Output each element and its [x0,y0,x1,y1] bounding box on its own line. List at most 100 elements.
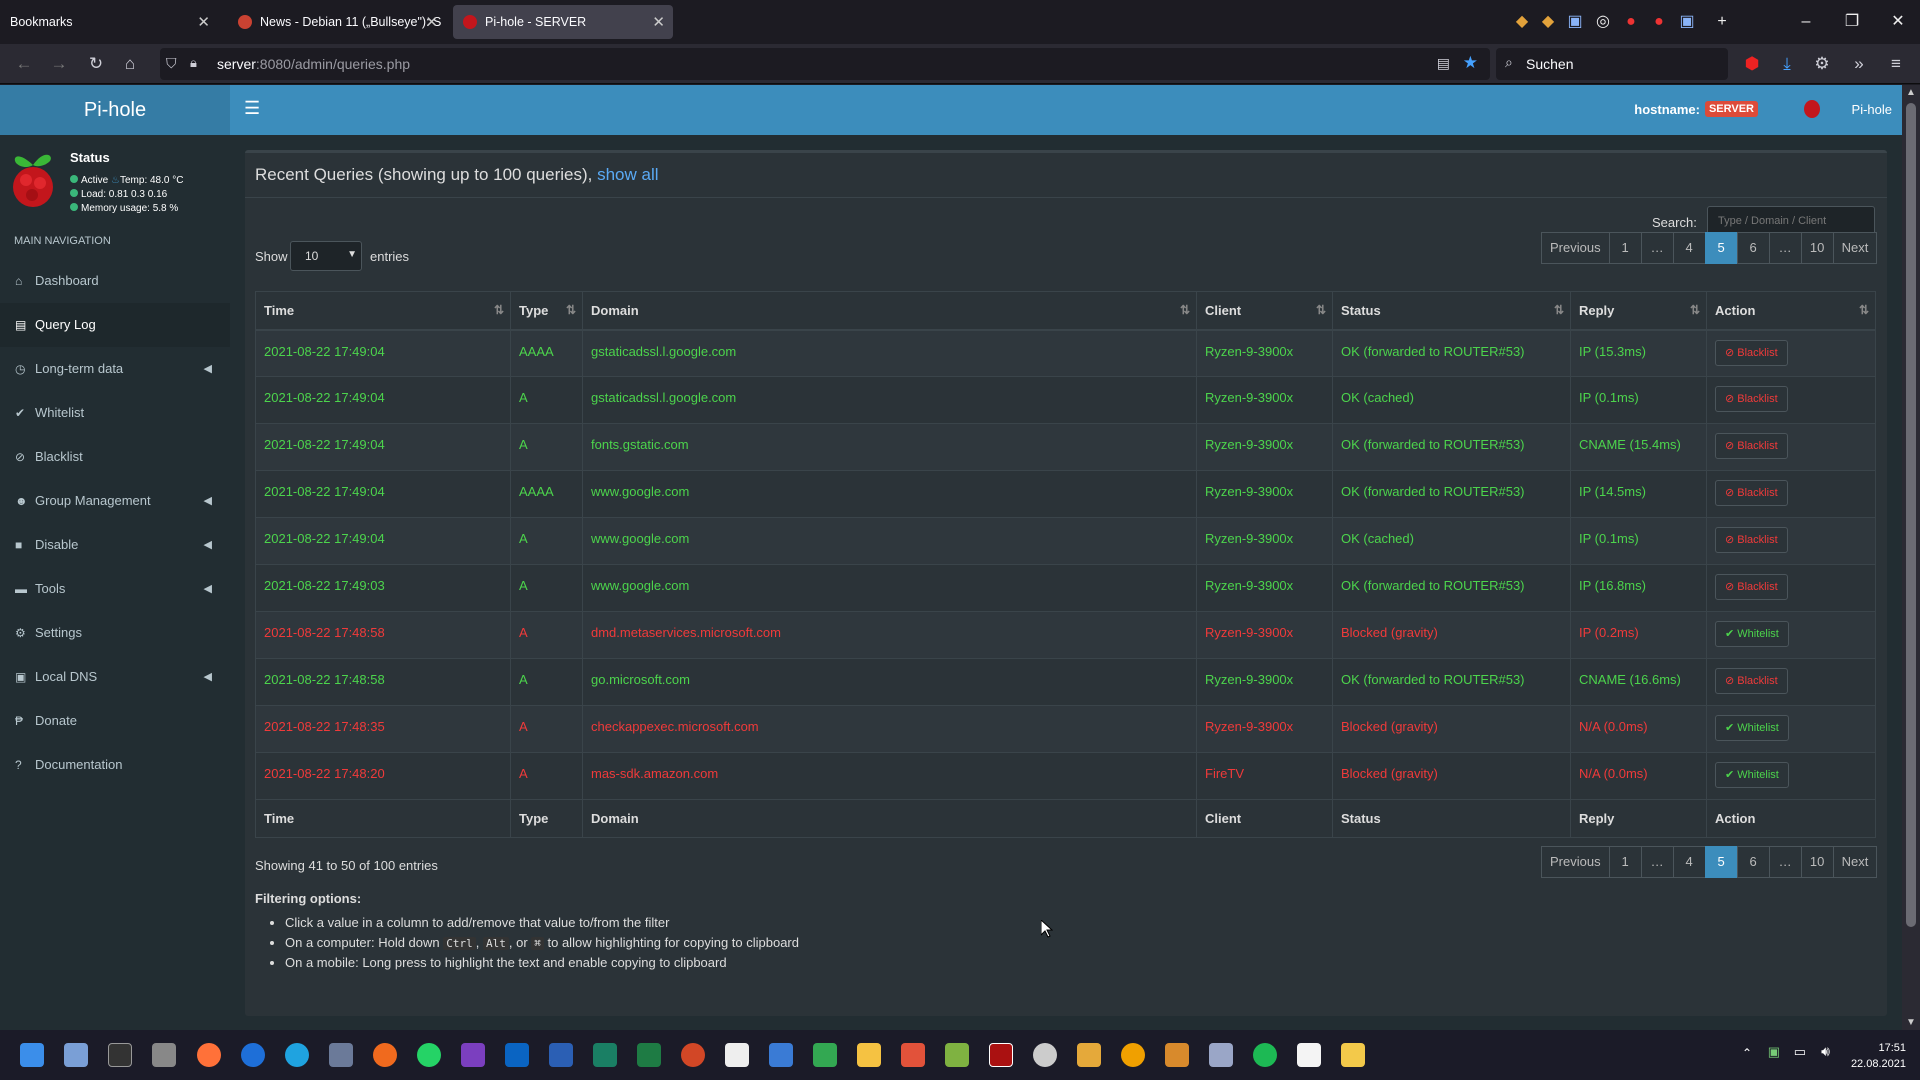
close-icon[interactable]: ✕ [652,13,665,31]
cell-type[interactable]: A [510,376,583,424]
cell-time[interactable]: 2021-08-22 17:48:35 [255,705,511,753]
scroll-up-icon[interactable]: ▲ [1906,87,1916,98]
close-window-icon[interactable]: ✕ [1886,10,1910,34]
cell-status[interactable]: Blocked (gravity) [1332,705,1571,753]
col-time[interactable]: Time ⇅ [255,291,511,331]
cell-domain[interactable]: dmd.metaservices.microsoft.com [582,611,1197,659]
file-icon[interactable] [857,1043,881,1067]
page-scrollbar[interactable]: ▲ ▼ [1902,85,1920,1030]
excel-icon[interactable] [637,1043,661,1067]
photos-icon[interactable] [64,1043,88,1067]
cell-reply[interactable]: IP (16.8ms) [1570,564,1707,612]
file-explorer-icon[interactable] [1341,1043,1365,1067]
cell-status[interactable]: Blocked (gravity) [1332,752,1571,800]
cell-time[interactable]: 2021-08-22 17:49:04 [255,423,511,471]
cell-time[interactable]: 2021-08-22 17:49:04 [255,329,511,377]
cell-status[interactable]: OK (forwarded to ROUTER#53) [1332,564,1571,612]
app-icon[interactable] [373,1043,397,1067]
extensions-icon[interactable]: ⚙ [1810,53,1834,75]
cell-type[interactable]: A [510,517,583,565]
spotify-icon[interactable] [1253,1043,1277,1067]
app-icon[interactable] [989,1043,1013,1067]
file-icon[interactable] [901,1043,925,1067]
scrollbar-thumb[interactable] [1906,103,1916,927]
minimize-icon[interactable]: – [1794,10,1818,34]
edge-icon[interactable] [285,1043,309,1067]
cell-domain[interactable]: go.microsoft.com [582,658,1197,706]
pihole-user-icon[interactable] [1804,100,1820,118]
cell-type[interactable]: A [510,658,583,706]
tool-icon[interactable] [1165,1043,1189,1067]
page-4[interactable]: 4 [1672,846,1706,878]
cell-time[interactable]: 2021-08-22 17:48:58 [255,611,511,659]
forward-icon[interactable]: → [47,53,71,75]
sidebar-item-dashboard[interactable]: ⌂ Dashboard [0,259,230,303]
calculator-icon[interactable] [329,1043,353,1067]
browser-search-box[interactable]: ⌕ Suchen [1496,48,1728,80]
cell-client[interactable]: Ryzen-9-3900x [1196,470,1333,518]
tray-clock[interactable]: 17:51 22.08.2021 [1851,1040,1906,1072]
cell-type[interactable]: A [510,564,583,612]
cell-status[interactable]: Blocked (gravity) [1332,611,1571,659]
ublock-icon[interactable]: ⬢ [1740,53,1764,75]
cell-type[interactable]: A [510,611,583,659]
page-5-active[interactable]: 5 [1704,232,1738,264]
globe-icon[interactable]: ◎ [1591,10,1615,34]
cell-reply[interactable]: N/A (0.0ms) [1570,752,1707,800]
document-icon[interactable] [725,1043,749,1067]
onenote-icon[interactable] [461,1043,485,1067]
app-icon[interactable] [1033,1043,1057,1067]
cell-client[interactable]: FireTV [1196,752,1333,800]
cell-time[interactable]: 2021-08-22 17:49:04 [255,470,511,518]
pdf-icon[interactable] [1297,1043,1321,1067]
word-icon[interactable] [549,1043,573,1067]
app-icon[interactable] [945,1043,969,1067]
cell-domain[interactable]: www.google.com [582,517,1197,565]
tab-news[interactable]: News - Debian 11 („Bullseye"): S ✕ [228,5,446,39]
page-previous[interactable]: Previous [1541,232,1610,264]
cell-type[interactable]: AAAA [510,470,583,518]
firefox-icon[interactable] [197,1043,221,1067]
page-6[interactable]: 6 [1736,846,1770,878]
cell-reply[interactable]: IP (15.3ms) [1570,329,1707,377]
outlook-icon[interactable] [505,1043,529,1067]
cell-domain[interactable]: gstaticadssl.l.google.com [582,376,1197,424]
sidebar-item-settings[interactable]: ⚙ Settings [0,611,230,655]
blacklist-button[interactable]: ⊘ Blacklist [1715,386,1788,412]
blacklist-button[interactable]: ⊘ Blacklist [1715,433,1788,459]
cell-status[interactable]: OK (cached) [1332,376,1571,424]
tab-pihole[interactable]: Pi-hole - SERVER ✕ [453,5,673,39]
download-icon[interactable]: ⤓ [1775,53,1799,75]
cell-domain[interactable]: gstaticadssl.l.google.com [582,329,1197,377]
col-status[interactable]: Status ⇅ [1332,291,1571,331]
cell-type[interactable]: A [510,705,583,753]
volume-icon[interactable]: 🔊︎ [1821,1043,1830,1060]
cell-time[interactable]: 2021-08-22 17:49:03 [255,564,511,612]
cell-reply[interactable]: CNAME (15.4ms) [1570,423,1707,471]
blacklist-button[interactable]: ⊘ Blacklist [1715,527,1788,553]
cell-reply[interactable]: IP (0.1ms) [1570,376,1707,424]
show-all-link[interactable]: show all [597,165,658,184]
entries-select[interactable]: 10 ▼ [290,241,362,271]
chevron-up-icon[interactable]: ⌃ [1742,1046,1752,1060]
sidebar-item-whitelist[interactable]: ✔ Whitelist [0,391,230,435]
cell-reply[interactable]: CNAME (16.6ms) [1570,658,1707,706]
cell-type[interactable]: A [510,752,583,800]
col-client[interactable]: Client ⇅ [1196,291,1333,331]
page-previous[interactable]: Previous [1541,846,1610,878]
powerpoint-icon[interactable] [681,1043,705,1067]
keyboard-icon[interactable] [152,1043,176,1067]
sidebar-toggle-icon[interactable]: ☰ [244,98,260,119]
whitelist-button[interactable]: ✔ Whitelist [1715,715,1789,741]
sidebar-item-query-log[interactable]: ▤ Query Log [0,303,230,347]
cell-domain[interactable]: www.google.com [582,564,1197,612]
sidebar-item-blacklist[interactable]: ⊘ Blacklist [0,435,230,479]
spreadsheet-icon[interactable] [813,1043,837,1067]
extension-icon[interactable]: ◆ [1536,10,1560,34]
network-icon[interactable]: ▭ [1794,1044,1806,1060]
whitelist-button[interactable]: ✔ Whitelist [1715,762,1789,788]
extension-icon[interactable]: ◆ [1510,10,1534,34]
blacklist-button[interactable]: ⊘ Blacklist [1715,480,1788,506]
tool-icon[interactable] [1077,1043,1101,1067]
sidebar-item-disable[interactable]: ■ Disable ◀ [0,523,230,567]
